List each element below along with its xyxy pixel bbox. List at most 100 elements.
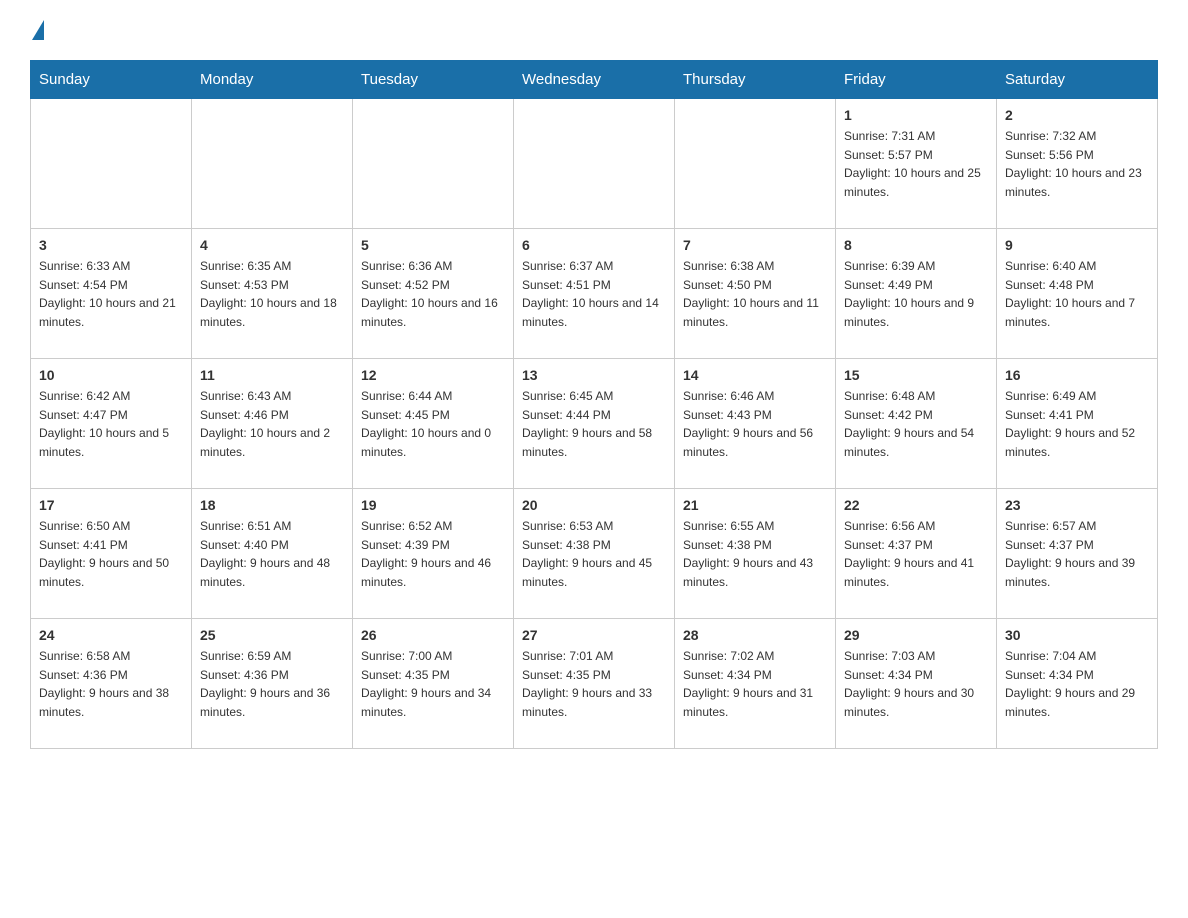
day-info: Sunrise: 6:43 AMSunset: 4:46 PMDaylight:… (200, 387, 344, 461)
calendar-cell: 1 Sunrise: 7:31 AMSunset: 5:57 PMDaylight… (836, 99, 997, 229)
day-number: 14 (683, 367, 827, 383)
calendar-cell: 19 Sunrise: 6:52 AMSunset: 4:39 PMDayligh… (353, 489, 514, 619)
calendar-cell: 13 Sunrise: 6:45 AMSunset: 4:44 PMDayligh… (514, 359, 675, 489)
calendar-cell: 6 Sunrise: 6:37 AMSunset: 4:51 PMDaylight… (514, 229, 675, 359)
calendar-cell: 18 Sunrise: 6:51 AMSunset: 4:40 PMDayligh… (192, 489, 353, 619)
day-info: Sunrise: 6:56 AMSunset: 4:37 PMDaylight:… (844, 517, 988, 591)
calendar-cell: 14 Sunrise: 6:46 AMSunset: 4:43 PMDayligh… (675, 359, 836, 489)
calendar-cell: 4Sunrise: 6:35 AMSunset: 4:53 PMDaylight… (192, 229, 353, 359)
calendar-cell: 17 Sunrise: 6:50 AMSunset: 4:41 PMDayligh… (31, 489, 192, 619)
weekday-header-monday: Monday (192, 61, 353, 99)
day-info: Sunrise: 7:01 AMSunset: 4:35 PMDaylight:… (522, 647, 666, 721)
day-number: 23 (1005, 497, 1149, 513)
day-info: Sunrise: 6:57 AMSunset: 4:37 PMDaylight:… (1005, 517, 1149, 591)
calendar-cell (31, 99, 192, 229)
day-info: Sunrise: 6:39 AMSunset: 4:49 PMDaylight:… (844, 257, 988, 331)
calendar-cell: 30 Sunrise: 7:04 AMSunset: 4:34 PMDayligh… (997, 619, 1158, 749)
day-info: Sunrise: 6:35 AMSunset: 4:53 PMDaylight:… (200, 257, 344, 331)
weekday-header-saturday: Saturday (997, 61, 1158, 99)
calendar-week-4: 17 Sunrise: 6:50 AMSunset: 4:41 PMDayligh… (31, 489, 1158, 619)
day-number: 11 (200, 367, 344, 383)
calendar-cell: 24 Sunrise: 6:58 AMSunset: 4:36 PMDayligh… (31, 619, 192, 749)
calendar-header-row: SundayMondayTuesdayWednesdayThursdayFrid… (31, 61, 1158, 99)
day-info: Sunrise: 6:48 AMSunset: 4:42 PMDaylight:… (844, 387, 988, 461)
day-info: Sunrise: 6:44 AMSunset: 4:45 PMDaylight:… (361, 387, 505, 461)
day-info: Sunrise: 7:32 AMSunset: 5:56 PMDaylight:… (1005, 127, 1149, 201)
calendar-cell: 23 Sunrise: 6:57 AMSunset: 4:37 PMDayligh… (997, 489, 1158, 619)
logo (30, 30, 44, 40)
calendar-cell: 28 Sunrise: 7:02 AMSunset: 4:34 PMDayligh… (675, 619, 836, 749)
calendar-week-5: 24 Sunrise: 6:58 AMSunset: 4:36 PMDayligh… (31, 619, 1158, 749)
weekday-header-thursday: Thursday (675, 61, 836, 99)
day-info: Sunrise: 6:45 AMSunset: 4:44 PMDaylight:… (522, 387, 666, 461)
day-info: Sunrise: 6:51 AMSunset: 4:40 PMDaylight:… (200, 517, 344, 591)
day-number: 10 (39, 367, 183, 383)
day-number: 13 (522, 367, 666, 383)
day-info: Sunrise: 6:38 AMSunset: 4:50 PMDaylight:… (683, 257, 827, 331)
calendar-cell: 20 Sunrise: 6:53 AMSunset: 4:38 PMDayligh… (514, 489, 675, 619)
day-info: Sunrise: 6:33 AMSunset: 4:54 PMDaylight:… (39, 257, 183, 331)
calendar-cell: 3 Sunrise: 6:33 AMSunset: 4:54 PMDaylight… (31, 229, 192, 359)
day-number: 9 (1005, 237, 1149, 253)
day-info: Sunrise: 6:55 AMSunset: 4:38 PMDaylight:… (683, 517, 827, 591)
calendar-cell: 12 Sunrise: 6:44 AMSunset: 4:45 PMDayligh… (353, 359, 514, 489)
calendar-cell: 9 Sunrise: 6:40 AMSunset: 4:48 PMDaylight… (997, 229, 1158, 359)
calendar-cell: 26 Sunrise: 7:00 AMSunset: 4:35 PMDayligh… (353, 619, 514, 749)
day-number: 22 (844, 497, 988, 513)
day-info: Sunrise: 6:40 AMSunset: 4:48 PMDaylight:… (1005, 257, 1149, 331)
calendar-cell: 11 Sunrise: 6:43 AMSunset: 4:46 PMDayligh… (192, 359, 353, 489)
day-number: 20 (522, 497, 666, 513)
day-number: 3 (39, 237, 183, 253)
day-info: Sunrise: 6:49 AMSunset: 4:41 PMDaylight:… (1005, 387, 1149, 461)
weekday-header-wednesday: Wednesday (514, 61, 675, 99)
calendar-cell (514, 99, 675, 229)
day-info: Sunrise: 7:02 AMSunset: 4:34 PMDaylight:… (683, 647, 827, 721)
weekday-header-tuesday: Tuesday (353, 61, 514, 99)
day-info: Sunrise: 6:46 AMSunset: 4:43 PMDaylight:… (683, 387, 827, 461)
day-number: 5 (361, 237, 505, 253)
day-info: Sunrise: 7:04 AMSunset: 4:34 PMDaylight:… (1005, 647, 1149, 721)
day-number: 7 (683, 237, 827, 253)
day-number: 1 (844, 107, 988, 123)
calendar-cell: 8 Sunrise: 6:39 AMSunset: 4:49 PMDaylight… (836, 229, 997, 359)
day-info: Sunrise: 7:03 AMSunset: 4:34 PMDaylight:… (844, 647, 988, 721)
calendar-cell: 25Sunrise: 6:59 AMSunset: 4:36 PMDayligh… (192, 619, 353, 749)
calendar-cell (675, 99, 836, 229)
calendar-cell: 5Sunrise: 6:36 AMSunset: 4:52 PMDaylight… (353, 229, 514, 359)
day-info: Sunrise: 6:42 AMSunset: 4:47 PMDaylight:… (39, 387, 183, 461)
day-info: Sunrise: 6:58 AMSunset: 4:36 PMDaylight:… (39, 647, 183, 721)
day-info: Sunrise: 7:00 AMSunset: 4:35 PMDaylight:… (361, 647, 505, 721)
day-number: 16 (1005, 367, 1149, 383)
day-number: 29 (844, 627, 988, 643)
day-info: Sunrise: 6:53 AMSunset: 4:38 PMDaylight:… (522, 517, 666, 591)
day-number: 21 (683, 497, 827, 513)
calendar-cell: 15 Sunrise: 6:48 AMSunset: 4:42 PMDayligh… (836, 359, 997, 489)
calendar-cell: 22 Sunrise: 6:56 AMSunset: 4:37 PMDayligh… (836, 489, 997, 619)
calendar-week-2: 3 Sunrise: 6:33 AMSunset: 4:54 PMDaylight… (31, 229, 1158, 359)
calendar-cell: 7 Sunrise: 6:38 AMSunset: 4:50 PMDaylight… (675, 229, 836, 359)
calendar-cell: 27Sunrise: 7:01 AMSunset: 4:35 PMDayligh… (514, 619, 675, 749)
day-number: 2 (1005, 107, 1149, 123)
day-info: Sunrise: 6:52 AMSunset: 4:39 PMDaylight:… (361, 517, 505, 591)
calendar-table: SundayMondayTuesdayWednesdayThursdayFrid… (30, 60, 1158, 749)
day-number: 19 (361, 497, 505, 513)
day-number: 24 (39, 627, 183, 643)
day-number: 15 (844, 367, 988, 383)
day-number: 30 (1005, 627, 1149, 643)
day-info: Sunrise: 6:50 AMSunset: 4:41 PMDaylight:… (39, 517, 183, 591)
logo-triangle-icon (32, 20, 44, 40)
calendar-cell: 29 Sunrise: 7:03 AMSunset: 4:34 PMDayligh… (836, 619, 997, 749)
weekday-header-friday: Friday (836, 61, 997, 99)
day-number: 8 (844, 237, 988, 253)
day-number: 26 (361, 627, 505, 643)
day-number: 6 (522, 237, 666, 253)
day-number: 17 (39, 497, 183, 513)
day-number: 18 (200, 497, 344, 513)
day-number: 25 (200, 627, 344, 643)
calendar-week-3: 10 Sunrise: 6:42 AMSunset: 4:47 PMDayligh… (31, 359, 1158, 489)
day-number: 28 (683, 627, 827, 643)
day-number: 12 (361, 367, 505, 383)
calendar-cell (192, 99, 353, 229)
day-info: Sunrise: 7:31 AMSunset: 5:57 PMDaylight:… (844, 127, 988, 201)
day-info: Sunrise: 6:37 AMSunset: 4:51 PMDaylight:… (522, 257, 666, 331)
